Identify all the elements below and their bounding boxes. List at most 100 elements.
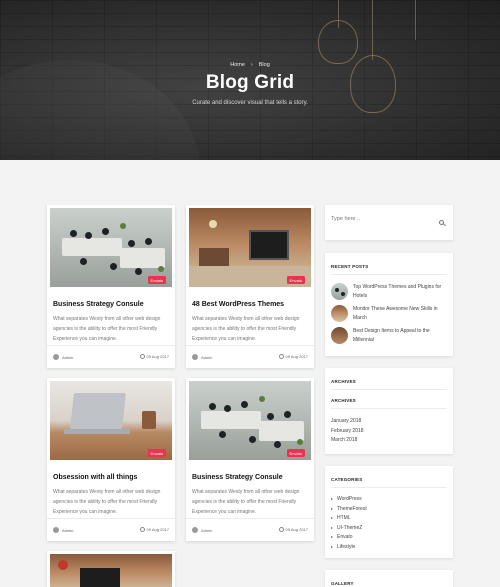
recent-post-item[interactable]: Monitor These Awesome New Skills in Marc…: [331, 305, 445, 322]
search-icon[interactable]: [439, 220, 444, 225]
post-title[interactable]: 48 Best WordPress Themes: [192, 301, 310, 308]
clock-icon: [278, 527, 284, 532]
date-text: 09 Aug 2017: [146, 354, 169, 359]
post-card[interactable]: Envato Business Strategy Consule What se…: [47, 205, 175, 368]
chevron-right-icon: [331, 517, 333, 519]
author-name: Admin: [201, 354, 213, 360]
user-icon: [192, 354, 198, 360]
post-title[interactable]: Business Strategy Consule: [192, 474, 310, 481]
post-image[interactable]: Envato: [189, 381, 311, 460]
divider: [331, 389, 447, 390]
recent-post-title[interactable]: Top WordPress Themes and Plugins for Hot…: [353, 283, 445, 300]
post-meta: Admin 09 Aug 2017: [47, 518, 175, 539]
category-link[interactable]: UI-ThemeZ: [331, 525, 362, 531]
post-card[interactable]: [47, 551, 175, 587]
gallery-widget: GALLERY: [325, 570, 453, 587]
category-link[interactable]: WordPress: [331, 496, 362, 502]
post-author[interactable]: Admin: [192, 354, 212, 360]
post-author[interactable]: Admin: [192, 527, 212, 533]
post-card[interactable]: Envato 48 Best WordPress Themes What sep…: [186, 205, 314, 368]
archive-link[interactable]: March 2018: [331, 437, 357, 443]
post-meta: Admin 09 Aug 2017: [186, 518, 314, 539]
date-text: 09 Aug 2017: [285, 354, 308, 359]
post-title[interactable]: Business Strategy Consule: [53, 301, 171, 308]
archive-link[interactable]: January 2018: [331, 418, 361, 424]
category-label: WordPress: [337, 496, 362, 502]
post-card[interactable]: Envato Business Strategy Consule What se…: [186, 378, 314, 541]
recent-post-item[interactable]: Best Design Items to Appeal to the Mille…: [331, 327, 445, 344]
post-title[interactable]: Obsession with all things: [53, 474, 171, 481]
recent-post-title[interactable]: Monitor These Awesome New Skills in Marc…: [353, 305, 445, 322]
chevron-right-icon: [331, 527, 333, 529]
category-badge[interactable]: Envato: [147, 449, 166, 457]
search-input[interactable]: [331, 214, 431, 224]
post-excerpt: What separates Westy from all other web …: [192, 316, 300, 342]
recent-post-title[interactable]: Best Design Items to Appeal to the Mille…: [353, 327, 445, 344]
hero-banner: Home › Blog Blog Grid Curate and discover …: [0, 0, 500, 160]
date-text: 09 Aug 2017: [285, 527, 308, 532]
category-label: Lifestyle: [337, 544, 356, 550]
divider: [331, 274, 447, 275]
breadcrumb-current: Blog: [258, 62, 270, 68]
clock-icon: [278, 354, 284, 359]
category-badge[interactable]: Envato: [286, 449, 305, 457]
post-meta: Admin 09 Aug 2017: [186, 345, 314, 366]
page-title: Blog Grid: [205, 72, 295, 93]
category-badge[interactable]: Envato: [147, 276, 166, 284]
clock-icon: [139, 527, 145, 532]
chevron-right-icon: [331, 536, 333, 538]
divider: [331, 487, 447, 488]
widget-title: ARCHIVES: [331, 379, 356, 384]
post-card[interactable]: Envato Obsession with all things What se…: [47, 378, 175, 541]
post-date: 09 Aug 2017: [278, 354, 308, 359]
category-link[interactable]: HTML: [331, 515, 351, 521]
post-author[interactable]: Admin: [53, 527, 73, 533]
author-name: Admin: [62, 527, 74, 533]
post-date: 09 Aug 2017: [139, 354, 169, 359]
post-image[interactable]: [50, 554, 172, 587]
archives-heading: ARCHIVES: [331, 398, 356, 403]
page-subtitle: Curate and discover visual that tells a …: [192, 100, 308, 106]
user-icon: [53, 354, 59, 360]
recent-post-thumbnail[interactable]: [331, 327, 348, 344]
post-excerpt: What separates Westy from all other web …: [192, 489, 300, 515]
post-image[interactable]: Envato: [189, 208, 311, 287]
lamp-wire: [372, 0, 373, 60]
category-label: Envato: [337, 534, 353, 540]
category-link[interactable]: Lifestyle: [331, 544, 355, 550]
post-image[interactable]: Envato: [50, 208, 172, 287]
breadcrumb-home[interactable]: Home: [230, 62, 245, 68]
post-excerpt: What separates Westy from all other web …: [53, 489, 161, 515]
date-text: 09 Aug 2017: [146, 527, 169, 532]
lamp-bulb: [318, 20, 358, 64]
recent-posts-widget: RECENT POSTS Top WordPress Themes and Pl…: [325, 253, 453, 356]
post-author[interactable]: Admin: [53, 354, 73, 360]
widget-title: CATEGORIES: [331, 477, 363, 482]
clock-icon: [139, 354, 145, 359]
archive-link[interactable]: February 2018: [331, 428, 364, 434]
recent-post-item[interactable]: Top WordPress Themes and Plugins for Hot…: [331, 283, 445, 300]
post-image[interactable]: Envato: [50, 381, 172, 460]
author-name: Admin: [201, 527, 213, 533]
user-icon: [53, 527, 59, 533]
chevron-right-icon: [331, 508, 333, 510]
divider: [331, 408, 447, 409]
category-label: ThemeForest: [337, 506, 367, 512]
category-label: UI-ThemeZ: [337, 525, 363, 531]
category-link[interactable]: ThemeForest: [331, 506, 367, 512]
category-label: HTML: [337, 515, 351, 521]
post-date: 09 Aug 2017: [278, 527, 308, 532]
user-icon: [192, 527, 198, 533]
recent-post-thumbnail[interactable]: [331, 305, 348, 322]
categories-widget: CATEGORIES WordPress ThemeForest HTML UI…: [325, 466, 453, 558]
recent-post-thumbnail[interactable]: [331, 283, 348, 300]
category-link[interactable]: Envato: [331, 534, 353, 540]
chevron-right-icon: [331, 546, 333, 548]
post-excerpt: What separates Westy from all other web …: [53, 316, 161, 342]
widget-title: GALLERY: [331, 581, 354, 586]
category-badge[interactable]: Envato: [286, 276, 305, 284]
search-widget: [325, 205, 453, 240]
breadcrumb-separator: ›: [250, 62, 253, 68]
lamp-wire: [415, 0, 416, 40]
archives-widget: ARCHIVES ARCHIVES January 2018 February …: [325, 368, 453, 454]
